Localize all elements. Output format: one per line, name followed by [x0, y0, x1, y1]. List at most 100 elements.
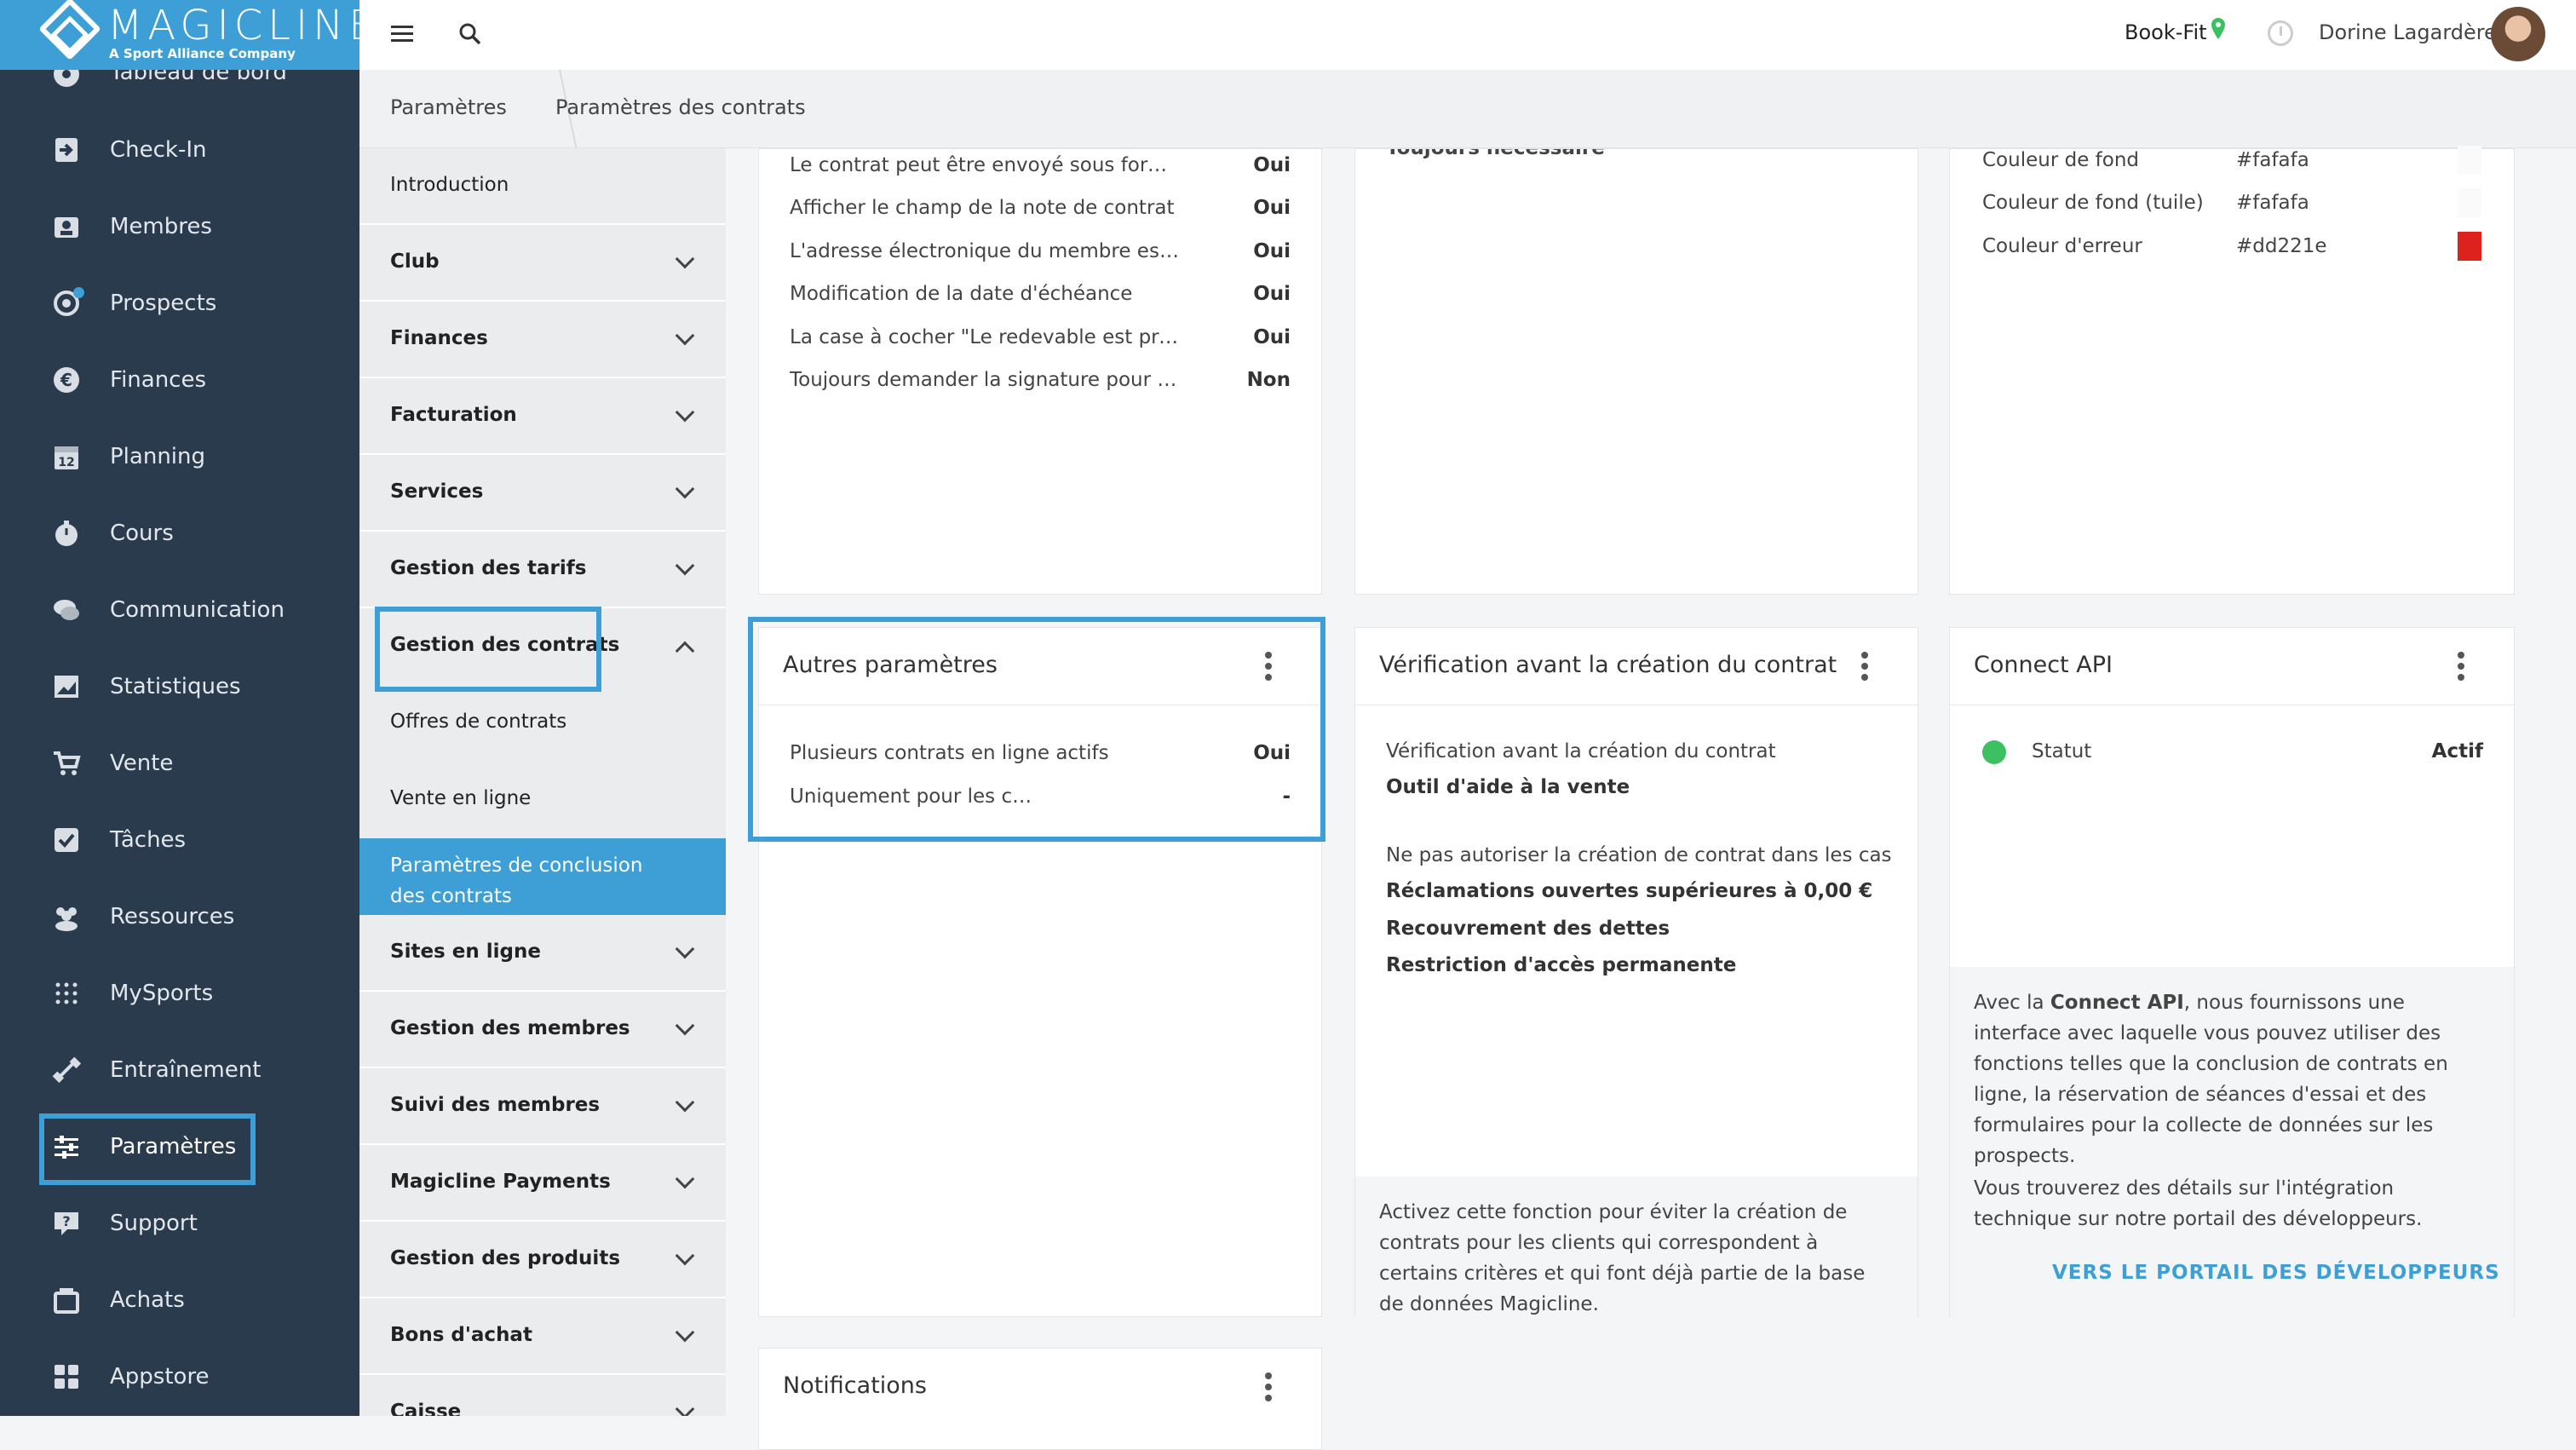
api-description-suffix: , nous fournissons une interface avec la…: [1974, 992, 2448, 1167]
breadcrumb-item-settings[interactable]: Paramètres: [390, 95, 507, 119]
setting-value: Oui: [1253, 742, 1291, 764]
submenu-item-contracts[interactable]: Gestion des contrats: [359, 608, 726, 685]
user-name[interactable]: Dorine Lagardère: [2319, 20, 2497, 44]
card-title: Vérification avant la création du contra…: [1379, 652, 1837, 678]
setting-value: Oui: [1253, 326, 1291, 348]
setting-value: Oui: [1253, 154, 1291, 176]
submenu-child-contract-conclusion[interactable]: Paramètres de conclusion des contrats: [359, 838, 726, 915]
color-swatch[interactable]: [2458, 146, 2481, 175]
chevron-down-icon: [675, 1016, 695, 1036]
sidebar-item-label: Prospects: [110, 291, 217, 316]
more-options-icon[interactable]: [1860, 652, 1870, 682]
sidebar-item-finances[interactable]: € Finances: [0, 342, 359, 418]
sidebar-item-label: Ressources: [110, 904, 235, 929]
chevron-down-icon: [675, 555, 695, 576]
submenu-item-products[interactable]: Gestion des produits: [359, 1222, 726, 1298]
card-colors: Couleur de fond #fafafa Couleur de fond …: [1949, 146, 2515, 595]
sidebar-item-vente[interactable]: Vente: [0, 725, 359, 802]
sidebar-item-members[interactable]: Membres: [0, 188, 359, 265]
setting-row: Afficher le champ de la note de contrat …: [790, 192, 1291, 226]
sidebar-item-resources[interactable]: Ressources: [0, 878, 359, 955]
sidebar-item-purchases[interactable]: Achats: [0, 1262, 359, 1338]
club-selector[interactable]: Book-Fit: [2125, 20, 2207, 44]
submenu-item-cash-register[interactable]: Caisse: [359, 1375, 726, 1416]
color-row: Couleur de fond (tuile) #fafafa: [1982, 187, 2481, 221]
sidebar-item-label: Support: [110, 1211, 198, 1236]
submenu-item-online-sites[interactable]: Sites en ligne: [359, 915, 726, 992]
chevron-down-icon: [675, 249, 695, 269]
top-header: Book-Fit Dorine Lagardère: [359, 0, 2576, 70]
chevron-down-icon: [675, 939, 695, 959]
dumbbell-icon: [49, 1053, 83, 1087]
hamburger-menu-icon[interactable]: [385, 17, 419, 51]
submenu-item-finances[interactable]: Finances: [359, 302, 726, 378]
sidebar-item-label: Entraînement: [110, 1057, 262, 1083]
verification-value: Outil d'aide à la vente: [1386, 776, 1630, 798]
submenu-label: Gestion des membres: [390, 1017, 630, 1039]
setting-row: Uniquement pour les c… -: [790, 780, 1291, 814]
sidebar-item-communication[interactable]: Communication: [0, 572, 359, 648]
color-swatch[interactable]: [2458, 232, 2481, 261]
cart-icon: [49, 746, 83, 780]
submenu-label: Gestion des contrats: [390, 634, 620, 656]
submenu-child-online-sales[interactable]: Vente en ligne: [359, 762, 726, 837]
more-options-icon[interactable]: [1263, 1372, 1274, 1403]
sidebar-item-support[interactable]: ? Support: [0, 1185, 359, 1262]
more-options-icon[interactable]: [2456, 652, 2466, 682]
submenu-label: Gestion des produits: [390, 1247, 621, 1269]
sidebar-item-training[interactable]: Entraînement: [0, 1032, 359, 1108]
setting-label: Modification de la date d'échéance: [790, 283, 1133, 305]
sidebar-item-mysports[interactable]: MySports: [0, 955, 359, 1032]
card-footer-text: Activez cette fonction pour éviter la cr…: [1379, 1201, 1866, 1315]
sidebar-item-prospects[interactable]: Prospects: [0, 265, 359, 342]
submenu-item-services[interactable]: Services: [359, 455, 726, 532]
sidebar-item-cours[interactable]: Cours: [0, 495, 359, 572]
sidebar-item-statistics[interactable]: Statistiques: [0, 648, 359, 725]
submenu-label: Offres de contrats: [390, 711, 567, 733]
submenu-item-magicline-payments[interactable]: Magicline Payments: [359, 1145, 726, 1222]
search-icon[interactable]: [453, 17, 487, 51]
submenu-item-club[interactable]: Club: [359, 225, 726, 302]
sidebar-item-label: MySports: [110, 981, 214, 1006]
card-contract-verification: Vérification avant la création du contra…: [1354, 627, 1918, 1318]
sidebar-item-appstore[interactable]: Appstore: [0, 1338, 359, 1415]
submenu-item-vouchers[interactable]: Bons d'achat: [359, 1298, 726, 1375]
avatar[interactable]: [2491, 7, 2545, 61]
submenu-item-introduction[interactable]: Introduction: [359, 148, 726, 225]
card-title: Autres paramètres: [783, 652, 998, 678]
color-swatch[interactable]: [2458, 188, 2481, 217]
api-description: Avec la Connect API, nous fournissons un…: [1974, 987, 2490, 1171]
location-pin-icon: [2210, 17, 2232, 46]
sidebar-item-label: Planning: [110, 444, 205, 469]
submenu-label: Services: [390, 480, 484, 503]
submenu-item-member-tracking[interactable]: Suivi des membres: [359, 1068, 726, 1145]
setting-row: Toujours demander la signature pour le… …: [790, 364, 1291, 398]
submenu-item-pricing[interactable]: Gestion des tarifs: [359, 532, 726, 608]
restriction-value: Réclamations ouvertes supérieures à 0,00…: [1386, 880, 1873, 902]
api-description-bold: Connect API: [2050, 992, 2184, 1014]
magicline-logo[interactable]: MAGICLINE A Sport Alliance Company: [0, 0, 359, 70]
submenu-child-contract-offers[interactable]: Offres de contrats: [359, 685, 726, 760]
sidebar-item-label: Appstore: [110, 1364, 210, 1390]
api-description-2: Vous trouverez des détails sur l'intégra…: [1974, 1177, 2423, 1230]
submenu-item-member-management[interactable]: Gestion des membres: [359, 992, 726, 1068]
chevron-down-icon: [675, 325, 695, 346]
submenu-label: Vente en ligne: [390, 787, 532, 809]
clock-icon[interactable]: [2268, 20, 2293, 46]
setting-value: -: [1282, 785, 1291, 808]
card-title: Notifications: [783, 1372, 927, 1399]
color-row: Couleur de fond #fafafa: [1982, 144, 2481, 178]
sidebar-item-check-in[interactable]: Check-In: [0, 112, 359, 188]
restriction-label: Ne pas autoriser la création de contrat …: [1386, 844, 1897, 866]
chevron-down-icon: [675, 1246, 695, 1266]
sidebar-item-planning[interactable]: 12 Planning: [0, 418, 359, 495]
more-options-icon[interactable]: [1263, 652, 1274, 682]
setting-label: Afficher le champ de la note de contrat: [790, 197, 1175, 219]
setting-value: Oui: [1253, 197, 1291, 219]
main-sidebar: MAGICLINE A Sport Alliance Company Table…: [0, 0, 359, 1416]
sidebar-item-tasks[interactable]: Tâches: [0, 802, 359, 878]
developer-portal-link[interactable]: VERS LE PORTAIL DES DÉVELOPPEURS: [2052, 1262, 2500, 1284]
sidebar-item-settings[interactable]: Paramètres: [0, 1108, 359, 1185]
submenu-item-billing[interactable]: Facturation: [359, 378, 726, 455]
submenu-label: Finances: [390, 327, 488, 349]
